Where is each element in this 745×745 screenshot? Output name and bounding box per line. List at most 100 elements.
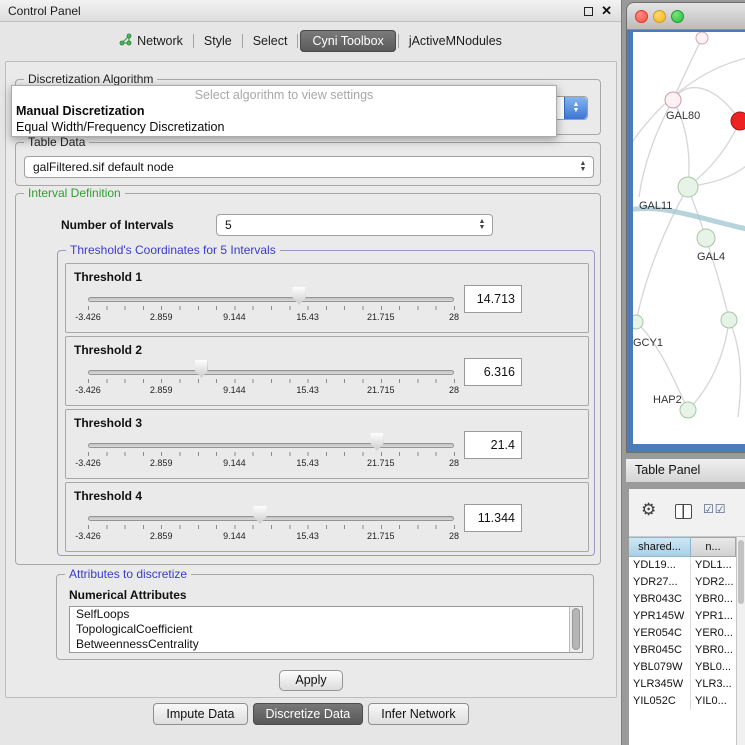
table-row[interactable]: YLR345W YLR3... — [629, 676, 736, 693]
threshold-2-value-input[interactable]: 6.316 — [464, 358, 522, 386]
table-row[interactable]: YPR145W YPR1... — [629, 608, 736, 625]
threshold-3-panel: Threshold 3 -3.426 2.859 9.144 15.43 21.… — [65, 409, 589, 479]
cell: YBR043C — [629, 591, 691, 608]
zoom-traffic-light[interactable] — [671, 10, 684, 23]
numerical-attributes-list[interactable]: SelfLoops TopologicalCoefficient Between… — [69, 606, 583, 653]
tab-jactivemnodules[interactable]: jActiveMNodules — [401, 31, 510, 51]
tick-label: 9.144 — [223, 458, 246, 468]
slider-track[interactable] — [88, 443, 454, 448]
column-header-name[interactable]: n... — [691, 537, 736, 557]
list-scrollbar[interactable] — [569, 607, 582, 652]
tab-impute-data[interactable]: Impute Data — [153, 703, 247, 725]
list-item[interactable]: BetweennessCentrality — [70, 637, 582, 652]
slider-track[interactable] — [88, 516, 454, 521]
cell: YER0... — [691, 625, 736, 642]
slider-thumb[interactable] — [254, 506, 267, 524]
network-node[interactable] — [633, 315, 643, 329]
close-icon[interactable]: ✕ — [601, 5, 612, 17]
slider-ticks — [88, 379, 455, 383]
cell: YLR345W — [629, 676, 691, 693]
network-node[interactable] — [680, 402, 696, 418]
table-scrollbar[interactable] — [736, 537, 745, 745]
slider-ticks — [88, 525, 455, 529]
tab-select[interactable]: Select — [245, 31, 296, 51]
threshold-3-slider[interactable]: -3.426 2.859 9.144 15.43 21.715 28 — [88, 410, 454, 480]
list-item[interactable]: TopologicalCoefficient — [70, 622, 582, 637]
threshold-3-value-input[interactable]: 21.4 — [464, 431, 522, 459]
column-header-shared[interactable]: shared... — [629, 537, 691, 557]
network-canvas[interactable]: GAL80 GAL11 GAL4 GCY1 HAP2 — [633, 32, 745, 444]
threshold-4-slider[interactable]: -3.426 2.859 9.144 15.43 21.715 28 — [88, 483, 454, 553]
minimize-traffic-light[interactable] — [653, 10, 666, 23]
network-node[interactable] — [678, 177, 698, 197]
network-node[interactable] — [696, 32, 708, 44]
apply-button[interactable]: Apply — [279, 670, 343, 691]
table-data-group-title: Table Data — [24, 135, 89, 149]
bottom-tabbar: Impute Data Discretize Data Infer Networ… — [0, 703, 622, 725]
tick-label: 9.144 — [223, 312, 246, 322]
tab-style-label: Style — [204, 34, 232, 48]
number-of-intervals-value: 5 — [225, 215, 232, 235]
table-panel-title: Table Panel — [635, 463, 700, 477]
network-node[interactable] — [721, 312, 737, 328]
table-row[interactable]: YDL19... YDL1... — [629, 557, 736, 574]
slider-track[interactable] — [88, 297, 454, 302]
tab-cyni-toolbox-label: Cyni Toolbox — [312, 34, 383, 48]
interval-definition-group-title: Interval Definition — [24, 186, 125, 200]
tab-network[interactable]: Network — [111, 30, 191, 52]
tick-label: 9.144 — [223, 385, 246, 395]
tab-discretize-data[interactable]: Discretize Data — [253, 703, 364, 725]
network-node[interactable] — [697, 229, 715, 247]
algorithm-option-equal-width[interactable]: Equal Width/Frequency Discretization — [12, 119, 556, 135]
network-node[interactable] — [665, 92, 681, 108]
table-row[interactable]: YBR043C YBR0... — [629, 591, 736, 608]
slider-thumb[interactable] — [195, 360, 208, 378]
combobox-stepper-icon[interactable]: ▲▼ — [475, 215, 489, 235]
tab-cyni-toolbox[interactable]: Cyni Toolbox — [300, 30, 395, 52]
checkbox-icons[interactable]: ☑☑ — [703, 502, 727, 516]
slider-thumb[interactable] — [293, 287, 306, 305]
tab-style[interactable]: Style — [196, 31, 240, 51]
close-traffic-light[interactable] — [635, 10, 648, 23]
threshold-1-slider[interactable]: -3.426 2.859 9.144 15.43 21.715 28 — [88, 264, 454, 334]
tick-label: -3.426 — [75, 531, 101, 541]
list-scrollbar-thumb[interactable] — [572, 608, 580, 650]
slider-track[interactable] — [88, 370, 454, 375]
cell: YLR3... — [691, 676, 736, 693]
columns-icon[interactable] — [675, 504, 692, 519]
number-of-intervals-combobox[interactable]: 5 ▲▼ — [216, 214, 493, 236]
algorithm-option-manual[interactable]: Manual Discretization — [12, 103, 556, 119]
algorithm-dropdown-popup: Select algorithm to view settings Manual… — [11, 85, 557, 137]
table-row[interactable]: YBL079W YBL0... — [629, 659, 736, 676]
tick-label: 15.43 — [296, 531, 319, 541]
tab-infer-network[interactable]: Infer Network — [368, 703, 468, 725]
threshold-2-panel: Threshold 2 -3.426 2.859 9.144 15.43 21.… — [65, 336, 589, 406]
cell: YBR045C — [629, 642, 691, 659]
table-panel-header[interactable]: Table Panel — [626, 458, 745, 483]
float-window-icon[interactable] — [584, 7, 593, 16]
list-item[interactable]: SelfLoops — [70, 607, 582, 622]
network-node-selected[interactable] — [731, 112, 745, 130]
table-row[interactable]: YBR045C YBR0... — [629, 642, 736, 659]
threshold-4-value-input[interactable]: 11.344 — [464, 504, 522, 532]
threshold-1-value-input[interactable]: 14.713 — [464, 285, 522, 313]
threshold-coordinates-group-title: Threshold's Coordinates for 5 Intervals — [66, 243, 280, 257]
gear-icon[interactable]: ⚙ — [641, 500, 656, 520]
tick-label: 15.43 — [296, 458, 319, 468]
tab-network-label: Network — [137, 34, 183, 48]
threshold-2-slider[interactable]: -3.426 2.859 9.144 15.43 21.715 28 — [88, 337, 454, 407]
table-data-combobox[interactable]: galFiltered.sif default node ▲▼ — [24, 156, 594, 178]
table-row[interactable]: YER054C YER0... — [629, 625, 736, 642]
attributes-group: Attributes to discretize Numerical Attri… — [56, 574, 594, 660]
slider-thumb[interactable] — [371, 433, 384, 451]
table-row[interactable]: YIL052C YIL0... — [629, 693, 736, 710]
tick-label: 2.859 — [150, 531, 173, 541]
table-scrollbar-thumb[interactable] — [738, 540, 744, 604]
combobox-stepper-icon[interactable]: ▲▼ — [564, 97, 587, 119]
tick-label: 21.715 — [367, 531, 395, 541]
combobox-stepper-icon[interactable]: ▲▼ — [576, 157, 590, 177]
slider-tick-labels: -3.426 2.859 9.144 15.43 21.715 28 — [88, 312, 454, 324]
table-row[interactable]: YDR27... YDR2... — [629, 574, 736, 591]
tick-label: 15.43 — [296, 385, 319, 395]
tick-label: -3.426 — [75, 312, 101, 322]
